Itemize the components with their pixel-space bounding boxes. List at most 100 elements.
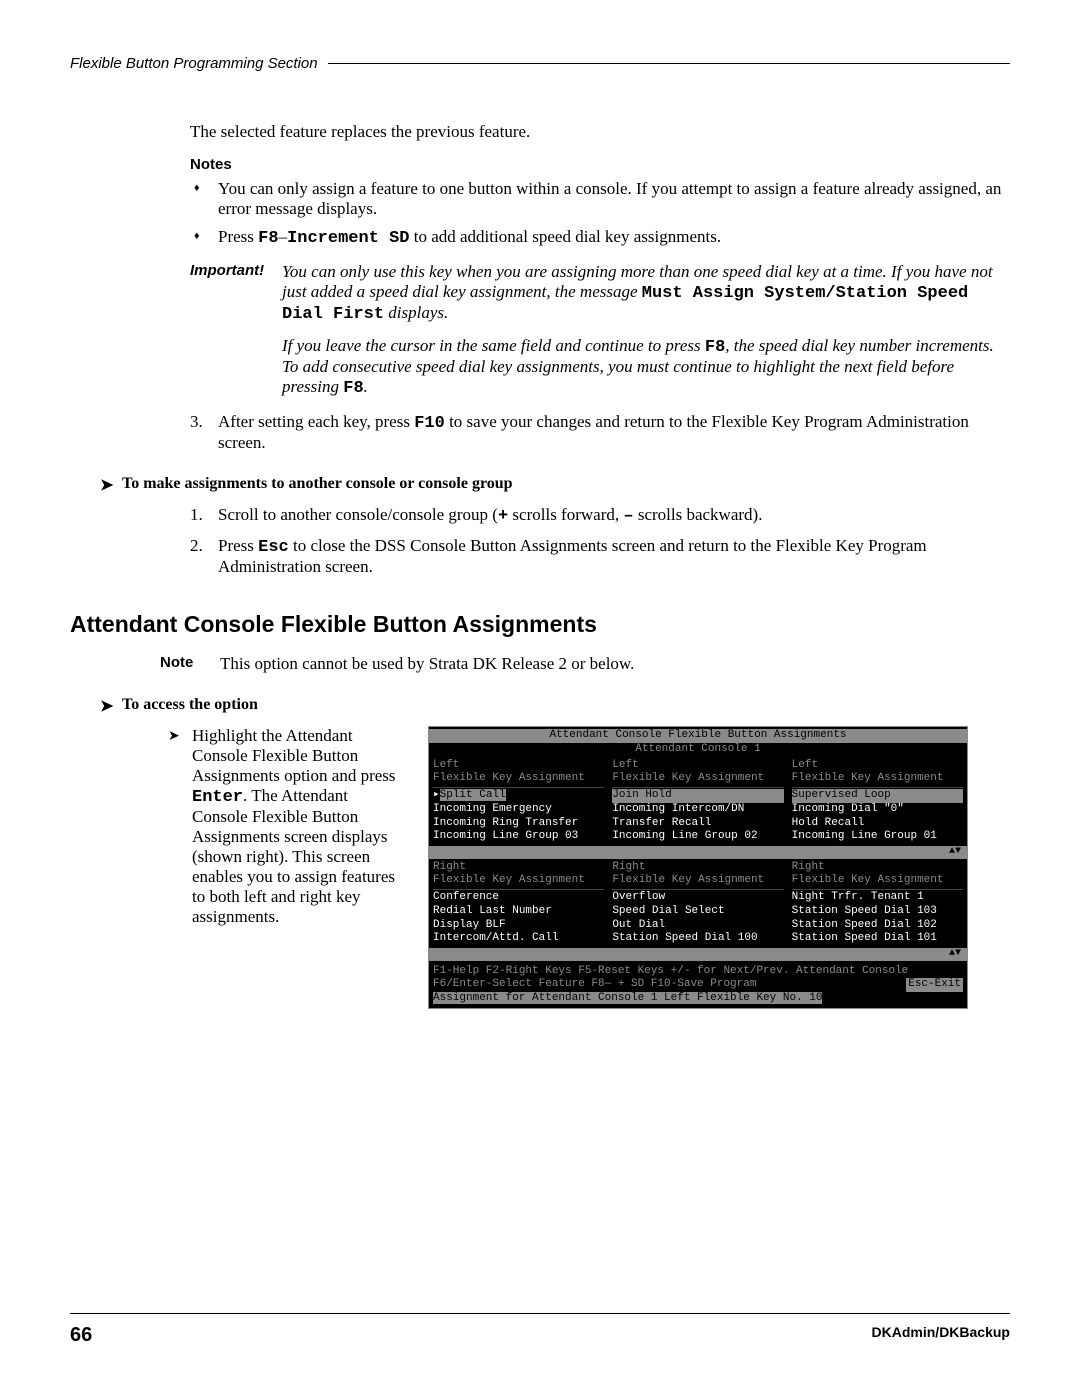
sub1-t1a: Scroll to another console/console group … bbox=[218, 505, 498, 524]
term-bot-grid: Right Flexible Key Assignment Conference… bbox=[429, 859, 967, 949]
access-text: Highlight the Attendant Console Flexible… bbox=[160, 726, 400, 927]
imp-p2a: If you leave the cursor in the same fiel… bbox=[282, 336, 705, 355]
page-footer: 66 DKAdmin/DKBackup bbox=[70, 1313, 1010, 1347]
sub-step-list: 1. Scroll to another console/console gro… bbox=[190, 505, 1010, 577]
note-1-text: You can only assign a feature to one but… bbox=[218, 179, 1001, 218]
section-title: Attendant Console Flexible Button Assign… bbox=[70, 611, 1010, 638]
page-number: 66 bbox=[70, 1324, 92, 1347]
note-2-dash: – bbox=[279, 227, 288, 246]
list-item: Incoming Line Group 03 bbox=[433, 830, 604, 844]
note-text: This option cannot be used by Strata DK … bbox=[220, 654, 634, 674]
col-left-bot: Conference Redial Last Number Display BL… bbox=[433, 891, 604, 946]
list-item: Night Trfr. Tenant 1 bbox=[792, 891, 963, 905]
list-item: Station Speed Dial 101 bbox=[792, 932, 963, 946]
term-title: Attendant Console Flexible Button Assign… bbox=[429, 729, 967, 743]
sub1-t2b: to close the DSS Console Button Assignme… bbox=[218, 536, 927, 576]
arrow-heading-1: ➤ To make assignments to another console… bbox=[100, 475, 1010, 495]
step-list: 3. After setting each key, press F10 to … bbox=[190, 412, 1010, 453]
sub1-t1c: scrolls backward). bbox=[634, 505, 763, 524]
access-t1: Highlight the Attendant Console Flexible… bbox=[192, 726, 396, 785]
col-left-h1: Left bbox=[433, 759, 604, 773]
step3-num: 3. bbox=[190, 412, 203, 432]
list-item: ▸Split Call bbox=[433, 789, 604, 803]
col-left-rh2: Flexible Key Assignment bbox=[433, 874, 604, 888]
note-2-cmd: Increment SD bbox=[287, 229, 409, 248]
list-item: Intercom/Attd. Call bbox=[433, 932, 604, 946]
notes-label: Notes bbox=[190, 156, 1010, 173]
footer-right: DKAdmin/DKBackup bbox=[872, 1324, 1010, 1347]
access-t2: . The Attendant Console Flexible Button … bbox=[192, 786, 395, 926]
list-item: Station Speed Dial 102 bbox=[792, 919, 963, 933]
minus-key: – bbox=[623, 507, 633, 526]
footer2-left: F6/Enter-Select Feature F8— + SD F10-Sav… bbox=[433, 978, 756, 992]
note-item-2: Press F8–Increment SD to add additional … bbox=[190, 227, 1010, 248]
divider bbox=[792, 889, 963, 890]
col-right-h1: Left bbox=[792, 759, 963, 773]
note-2-post: to add additional speed dial key assignm… bbox=[409, 227, 721, 246]
terminal-screenshot: Attendant Console Flexible Button Assign… bbox=[428, 726, 968, 1009]
important-p1: You can only use this key when you are a… bbox=[282, 262, 1010, 324]
page: Flexible Button Programming Section The … bbox=[0, 0, 1080, 1397]
imp-p1c: displays. bbox=[384, 303, 448, 322]
sub1-t1b: scrolls forward, bbox=[508, 505, 623, 524]
intro-para: The selected feature replaces the previo… bbox=[190, 122, 1010, 142]
imp-p2-key2: F8 bbox=[343, 379, 363, 398]
step-3: 3. After setting each key, press F10 to … bbox=[190, 412, 1010, 453]
arrow-icon-2: ➤ bbox=[100, 696, 122, 716]
col-mid-h1: Left bbox=[612, 759, 783, 773]
step3-a: After setting each key, press bbox=[218, 412, 414, 431]
col-right-rh2: Flexible Key Assignment bbox=[792, 874, 963, 888]
scroll-indicator-2: ▲▼ bbox=[429, 948, 967, 961]
note-item-1: You can only assign a feature to one but… bbox=[190, 179, 1010, 219]
col-right-rh1: Right bbox=[792, 861, 963, 875]
sub1-n1: 1. bbox=[190, 505, 203, 525]
imp-p2c: . bbox=[364, 377, 368, 396]
step3-key: F10 bbox=[414, 414, 445, 433]
list-item: Supervised Loop bbox=[792, 789, 963, 803]
col-mid-bot: Overflow Speed Dial Select Out Dial Stat… bbox=[612, 891, 783, 946]
sub-step-2: 2. Press Esc to close the DSS Console Bu… bbox=[190, 536, 1010, 577]
term-col-left-b: Right Flexible Key Assignment Conference… bbox=[429, 859, 608, 949]
col-left-h2: Flexible Key Assignment bbox=[433, 772, 604, 786]
col-mid-items: Join Hold Incoming Intercom/DN Transfer … bbox=[612, 789, 783, 844]
note-row: Note This option cannot be used by Strat… bbox=[160, 654, 1010, 674]
list-item: Incoming Intercom/DN bbox=[612, 803, 783, 817]
imp-p2-key1: F8 bbox=[705, 338, 725, 357]
list-item: Station Speed Dial 100 bbox=[612, 932, 783, 946]
term-footer-2: F6/Enter-Select Feature F8— + SD F10-Sav… bbox=[429, 978, 967, 992]
list-item: Incoming Line Group 02 bbox=[612, 830, 783, 844]
sub-steps: 1. Scroll to another console/console gro… bbox=[190, 505, 1010, 577]
col-right-h2: Flexible Key Assignment bbox=[792, 772, 963, 786]
arrow1-text: To make assignments to another console o… bbox=[122, 475, 513, 493]
header-text: Flexible Button Programming Section bbox=[70, 55, 318, 72]
access-item: Highlight the Attendant Console Flexible… bbox=[160, 726, 400, 927]
list-item: Incoming Ring Transfer bbox=[433, 817, 604, 831]
list-item: Incoming Line Group 01 bbox=[792, 830, 963, 844]
enter-key: Enter bbox=[192, 788, 243, 807]
list-item: Join Hold bbox=[612, 789, 783, 803]
footer-row: 66 DKAdmin/DKBackup bbox=[70, 1324, 1010, 1347]
col-mid-h2: Flexible Key Assignment bbox=[612, 772, 783, 786]
term-col-right: Left Flexible Key Assignment Supervised … bbox=[788, 757, 967, 847]
arrow-icon: ➤ bbox=[100, 475, 122, 495]
notes-list: You can only assign a feature to one but… bbox=[190, 179, 1010, 248]
list-item: Incoming Dial "0" bbox=[792, 803, 963, 817]
col-left-items: ▸Split Call Incoming Emergency Incoming … bbox=[433, 789, 604, 844]
col-mid-rh2: Flexible Key Assignment bbox=[612, 874, 783, 888]
list-item: Transfer Recall bbox=[612, 817, 783, 831]
term-col-right-b: Right Flexible Key Assignment Night Trfr… bbox=[788, 859, 967, 949]
term-col-mid-b: Right Flexible Key Assignment Overflow S… bbox=[608, 859, 787, 949]
list-item: Hold Recall bbox=[792, 817, 963, 831]
running-header: Flexible Button Programming Section bbox=[70, 55, 1010, 72]
term-subtitle: Attendant Console 1 bbox=[429, 743, 967, 757]
divider bbox=[433, 787, 604, 788]
body-block-1: The selected feature replaces the previo… bbox=[190, 122, 1010, 453]
sub1-n2: 2. bbox=[190, 536, 203, 556]
esc-key: Esc bbox=[258, 538, 289, 557]
divider bbox=[792, 787, 963, 788]
list-item: Redial Last Number bbox=[433, 905, 604, 919]
footer-rule bbox=[70, 1313, 1010, 1314]
footer1-left: F1-Help F2-Right Keys F5-Reset Keys +/- … bbox=[433, 965, 908, 979]
important-p2: If you leave the cursor in the same fiel… bbox=[282, 336, 1010, 398]
note-2-key: F8 bbox=[258, 229, 278, 248]
